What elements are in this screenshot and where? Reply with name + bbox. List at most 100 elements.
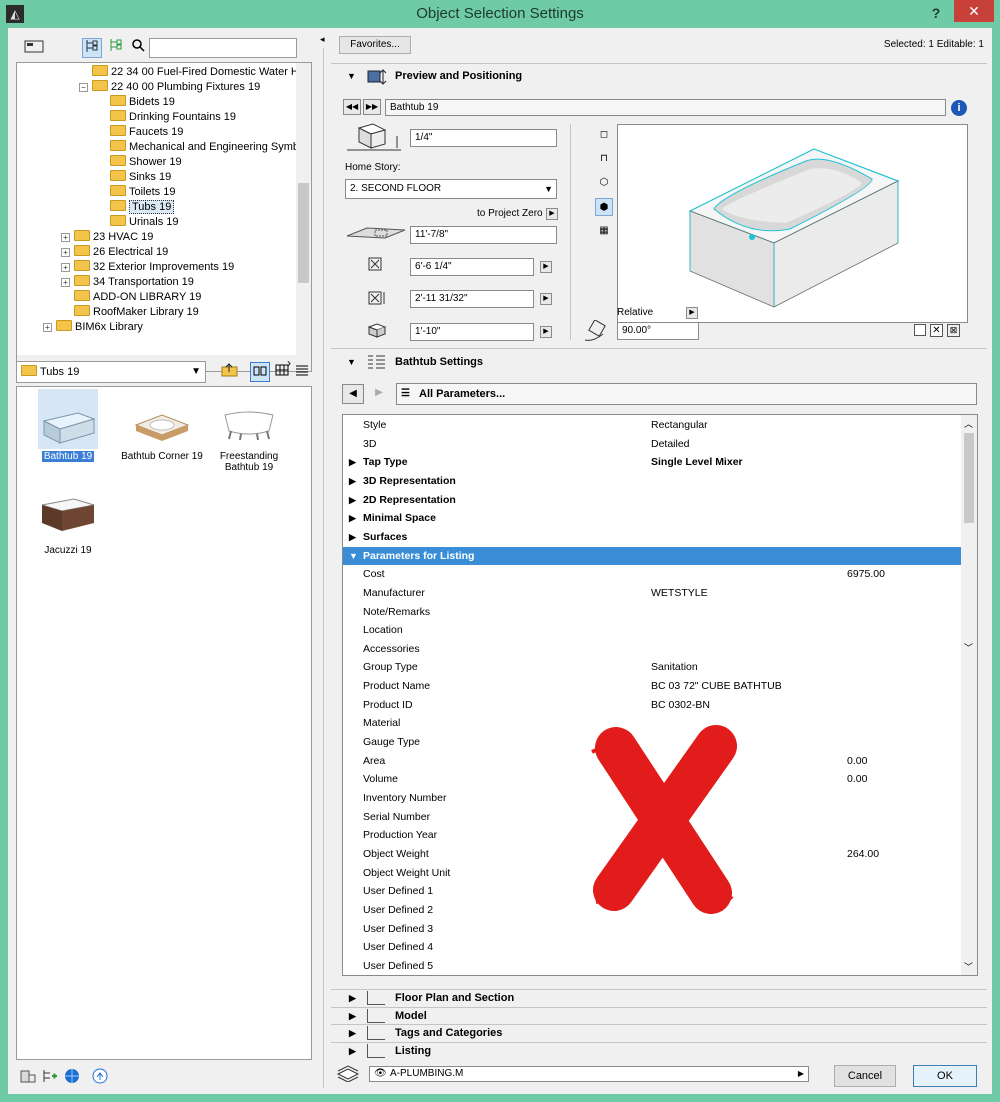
expand-icon[interactable]: + <box>61 263 70 272</box>
collapsed-triangle-icon[interactable]: ▶ <box>349 528 356 546</box>
tree-item[interactable]: − 22 40 00 Plumbing Fixtures 19 <box>79 80 260 95</box>
tree-item[interactable]: Sinks 19 <box>97 170 171 185</box>
rotation-angle-input[interactable]: 90.00° <box>617 322 699 340</box>
small-thumbnail-view-icon[interactable] <box>272 362 292 382</box>
cancel-button[interactable]: Cancel <box>834 1065 896 1087</box>
expand-icon[interactable] <box>97 171 106 180</box>
panel-collapse-icon[interactable]: ◂ <box>320 34 325 45</box>
parameter-group-row[interactable]: ▶ Minimal Space <box>343 509 961 528</box>
expand-icon[interactable] <box>61 306 70 315</box>
parameter-row[interactable]: Cost 6975.00 <box>343 565 961 584</box>
tree-item[interactable]: Mechanical and Engineering Symbols <box>97 140 311 155</box>
parameter-group-row[interactable]: ▶ Tap Type Single Level Mixer <box>343 453 961 472</box>
offset-input[interactable]: 1/4" <box>410 129 557 147</box>
relative-arrow-icon[interactable]: ▶ <box>686 307 698 319</box>
list-view-icon[interactable] <box>292 362 312 382</box>
help-button[interactable]: ? <box>924 2 948 24</box>
tree-scrollbar[interactable] <box>296 63 311 355</box>
expand-icon[interactable] <box>97 201 106 210</box>
expand-icon[interactable]: + <box>61 233 70 242</box>
parameter-group-row[interactable]: ▶ Surfaces <box>343 528 961 547</box>
height-arrow-icon[interactable]: ▶ <box>540 326 552 338</box>
parameter-row[interactable]: User Defined 5 <box>343 957 961 975</box>
layer-select[interactable]: 👁 A-PLUMBING.M ▶ <box>369 1066 809 1082</box>
tree-item[interactable]: Toilets 19 <box>97 185 175 200</box>
tree-item[interactable]: Drinking Fountains 19 <box>97 110 236 125</box>
expand-icon[interactable] <box>61 291 70 300</box>
3d-wireframe-view-icon[interactable]: ⬡ <box>595 174 613 192</box>
folder-select[interactable]: Tubs 19 ▼ <box>16 361 206 383</box>
collapsed-triangle-icon[interactable]: ▶ <box>349 472 356 490</box>
collapsed-triangle-icon[interactable]: ▶ <box>349 509 356 527</box>
expand-icon[interactable] <box>97 141 106 150</box>
collapsed-triangle-icon[interactable]: ▶ <box>349 453 356 471</box>
tags-categories-section-header[interactable]: ▶ Tags and Categories <box>331 1025 987 1042</box>
listing-section-header[interactable]: ▶ Listing <box>331 1043 987 1060</box>
info-icon[interactable]: i <box>951 100 967 116</box>
width-arrow-icon[interactable]: ▶ <box>540 261 552 273</box>
expand-icon[interactable] <box>97 126 106 135</box>
home-story-select[interactable]: 2. SECOND FLOOR ▼ <box>345 179 557 199</box>
tree-item[interactable]: ADD-ON LIBRARY 19 <box>61 290 201 305</box>
depth-input[interactable]: 2'-11 31/32" <box>410 290 534 308</box>
large-thumbnail-view-icon[interactable] <box>250 362 270 382</box>
parameter-row[interactable]: Note/Remarks <box>343 603 961 622</box>
parameter-row[interactable]: Group Type Sanitation <box>343 658 961 677</box>
previous-object-icon[interactable]: ◀◀ <box>343 99 361 115</box>
3d-shaded-view-icon[interactable]: ⬢ <box>595 198 613 216</box>
web-library-icon[interactable] <box>62 1068 82 1088</box>
parameter-row[interactable]: Product Name BC 03 72" CUBE BATHTUB <box>343 677 961 696</box>
parameter-scrollbar[interactable]: ︿ ﹀ ﹀ <box>961 415 977 975</box>
tree-item[interactable]: Bidets 19 <box>97 95 175 110</box>
library-manager-icon[interactable] <box>18 1068 38 1088</box>
tree-view-icon[interactable] <box>82 38 102 58</box>
tree-item[interactable]: +34 Transportation 19 <box>61 275 194 290</box>
floor-plan-view-icon[interactable]: ◻ <box>595 126 613 144</box>
expand-icon[interactable] <box>97 111 106 120</box>
width-input[interactable]: 6'-6 1/4" <box>410 258 534 276</box>
parameter-view-select[interactable]: ☰ All Parameters... <box>396 383 977 405</box>
expand-icon[interactable]: + <box>61 248 70 257</box>
loaded-libraries-icon[interactable] <box>106 38 126 58</box>
library-tree[interactable]: 22 34 00 Fuel-Fired Domestic Water Hea − 2… <box>16 62 312 372</box>
parameter-group-row[interactable]: ▶ 3D Representation <box>343 472 961 491</box>
previous-page-icon[interactable]: ◀ <box>342 384 364 404</box>
expand-icon[interactable]: + <box>43 323 52 332</box>
mirror-hatch-icon[interactable]: ⊠ <box>947 324 960 337</box>
object-settings-section-header[interactable]: ▼ Bathtub Settings <box>331 350 987 374</box>
tree-item[interactable]: Urinals 19 <box>97 215 179 230</box>
thumbnail-bathtub-19[interactable]: Bathtub 19 <box>23 389 113 462</box>
favorites-button[interactable]: Favorites... <box>339 36 411 54</box>
expanded-triangle-icon[interactable]: ▼ <box>349 547 358 565</box>
parameter-row[interactable]: Style Rectangular <box>343 416 961 435</box>
tree-item[interactable]: 22 34 00 Fuel-Fired Domestic Water Hea <box>79 65 311 80</box>
parameter-group-row[interactable]: ▼ Parameters for Listing <box>343 546 961 566</box>
object-thumbnail-grid[interactable]: Bathtub 19 Bathtub Corner 19 Freestandin… <box>16 386 312 1060</box>
expand-icon[interactable] <box>97 96 106 105</box>
tree-item[interactable]: RoofMaker Library 19 <box>61 305 199 320</box>
scroll-up-icon[interactable]: ︿ <box>964 417 973 430</box>
parameter-row[interactable]: Location <box>343 621 961 640</box>
expand-icon[interactable]: + <box>61 278 70 287</box>
folder-up-icon[interactable] <box>220 362 240 382</box>
tree-item[interactable]: +26 Electrical 19 <box>61 245 168 260</box>
expand-icon[interactable] <box>97 156 106 165</box>
tree-item[interactable]: Faucets 19 <box>97 125 183 140</box>
model-section-header[interactable]: ▶ Model <box>331 1008 987 1025</box>
next-page-icon[interactable]: ▶ <box>368 384 390 404</box>
collapsed-triangle-icon[interactable]: ▶ <box>349 491 356 509</box>
floor-plan-section-header[interactable]: ▶ Floor Plan and Section <box>331 990 987 1007</box>
parameter-row[interactable]: 3D Detailed <box>343 435 961 454</box>
parameter-row[interactable]: User Defined 4 <box>343 938 961 957</box>
expand-icon[interactable] <box>97 216 106 225</box>
preview-film-icon[interactable]: ▦ <box>595 222 613 240</box>
tree-item[interactable]: +23 HVAC 19 <box>61 230 153 245</box>
close-button[interactable]: ✕ <box>954 0 994 22</box>
tree-item[interactable]: + BIM6x Library <box>43 320 143 335</box>
depth-arrow-icon[interactable]: ▶ <box>540 293 552 305</box>
ok-button[interactable]: OK <box>913 1065 977 1087</box>
parameter-group-row[interactable]: ▶ 2D Representation <box>343 491 961 510</box>
mirror-off-icon[interactable] <box>914 324 926 336</box>
new-object-icon[interactable] <box>40 1068 60 1088</box>
tree-item[interactable]: Tubs 19 <box>97 200 175 215</box>
